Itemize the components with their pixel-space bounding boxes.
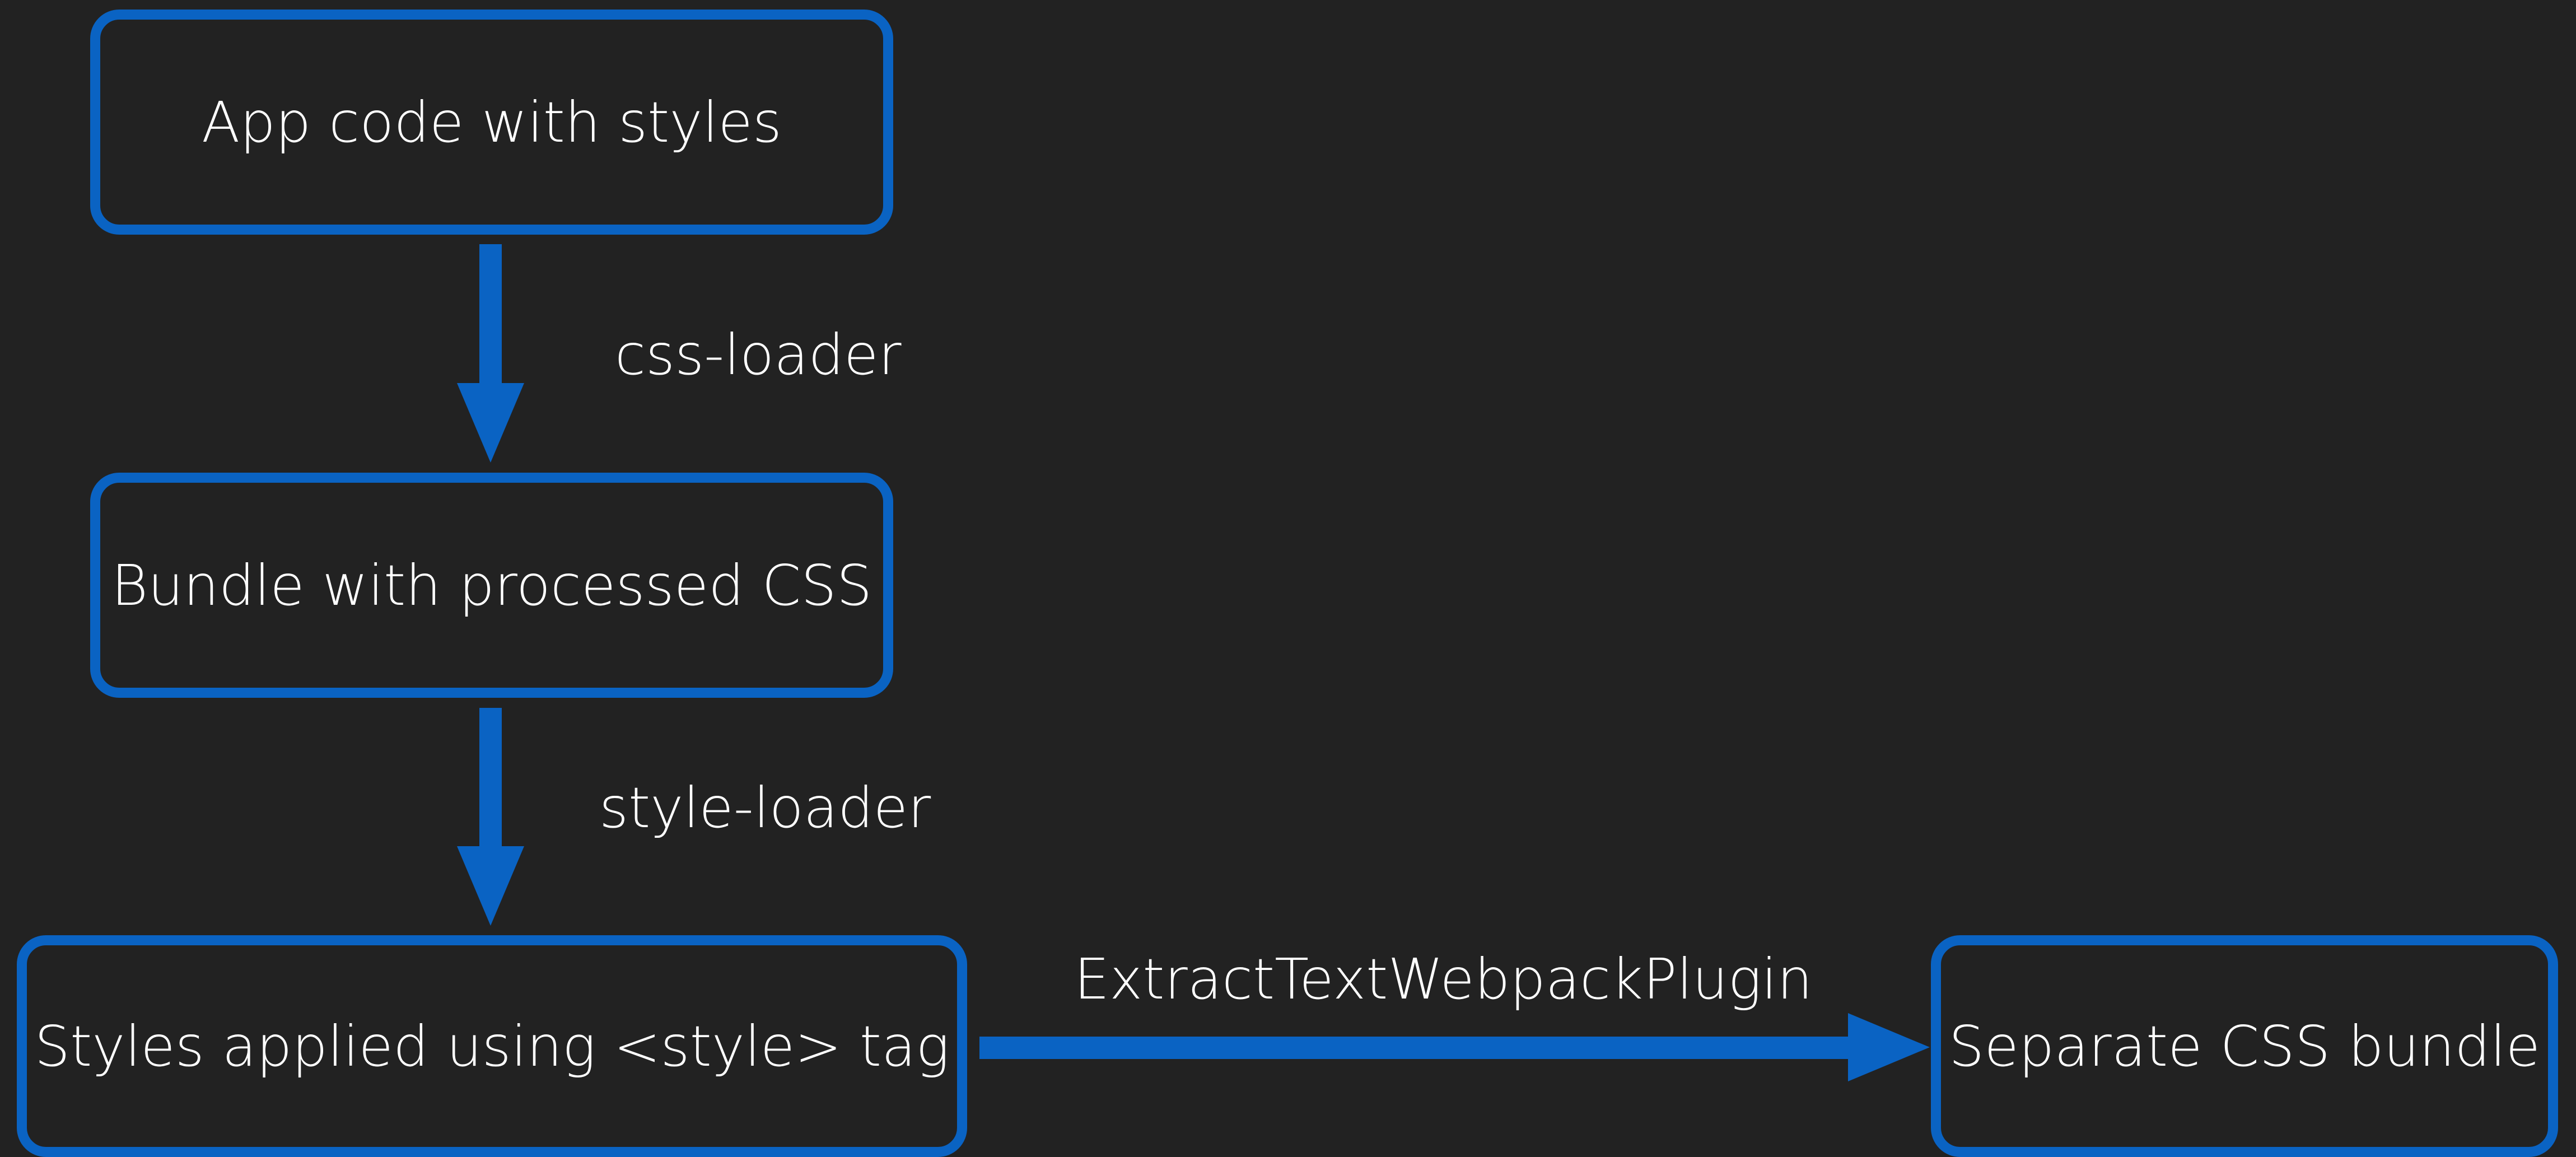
node-separate-bundle-label: Separate CSS bundle (1948, 1013, 2541, 1079)
node-bundle-label: Bundle with processed CSS (111, 552, 872, 618)
node-styles-applied: Styles applied using <style> tag (17, 935, 967, 1157)
edge-label-extract-plugin: ExtractTextWebpackPlugin (1074, 946, 1813, 1012)
node-app-code: App code with styles (90, 10, 893, 235)
edge-label-style-loader: style-loader (599, 775, 931, 841)
arrow-bundle-to-styles (457, 708, 524, 926)
arrow-app-to-bundle (457, 244, 524, 463)
edge-label-css-loader: css-loader (615, 322, 902, 388)
node-app-code-label: App code with styles (202, 89, 782, 155)
node-bundle: Bundle with processed CSS (90, 473, 893, 698)
node-separate-bundle: Separate CSS bundle (1931, 935, 2558, 1157)
arrow-styles-to-separate (979, 1013, 1930, 1081)
node-styles-applied-label: Styles applied using <style> tag (34, 1013, 950, 1079)
